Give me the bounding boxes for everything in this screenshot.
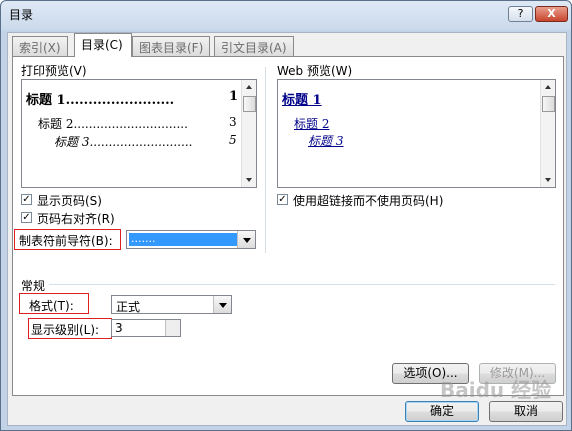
use-hyperlinks-checkbox[interactable]: ✓ bbox=[277, 194, 288, 205]
ok-button[interactable]: 确定 bbox=[405, 401, 479, 422]
tab-leader-value: ....... bbox=[129, 233, 240, 246]
spin-down-icon[interactable] bbox=[165, 328, 180, 336]
options-button[interactable]: 选项(O)... bbox=[392, 363, 469, 384]
web-preview-label: Web 预览(W) bbox=[277, 64, 353, 78]
format-label: 格式(T): bbox=[29, 299, 74, 313]
dialog-client: 索引(X) 目录(C) 图表目录(F) 引文目录(A) 打印预览(V) 标题 1… bbox=[7, 32, 567, 426]
print-preview-entry-2: 标题 2.............................. bbox=[38, 117, 188, 131]
web-preview-scrollbar[interactable] bbox=[540, 80, 555, 187]
close-button[interactable]: X bbox=[535, 6, 568, 22]
levels-spinner[interactable]: 3 bbox=[111, 319, 181, 337]
title-bar: 目录 ? X bbox=[1, 1, 571, 27]
scroll-up-icon[interactable] bbox=[246, 85, 252, 89]
scroll-thumb[interactable] bbox=[243, 96, 256, 112]
scroll-down-icon[interactable] bbox=[545, 178, 551, 182]
show-page-numbers-label: 显示页码(S) bbox=[37, 194, 102, 208]
web-preview-entry-3[interactable]: 标题 3 bbox=[308, 132, 343, 149]
web-preview-entry-1[interactable]: 标题 1 bbox=[282, 89, 322, 108]
print-preview-page-3: 5 bbox=[229, 133, 237, 147]
print-preview-box[interactable]: 标题 1........................ 1 标题 2.....… bbox=[21, 79, 257, 188]
modify-button[interactable]: 修改(M)... bbox=[479, 363, 556, 384]
print-preview-label: 打印预览(V) bbox=[21, 64, 87, 78]
general-divider bbox=[49, 284, 555, 285]
tab-toc[interactable]: 目录(C) bbox=[74, 33, 132, 57]
cancel-button[interactable]: 取消 bbox=[489, 401, 563, 422]
help-button[interactable]: ? bbox=[508, 6, 533, 22]
scroll-thumb[interactable] bbox=[542, 96, 555, 112]
tab-leader-label: 制表符前导符(B): bbox=[19, 234, 113, 248]
use-hyperlinks-label: 使用超链接而不使用页码(H) bbox=[293, 194, 444, 208]
format-select[interactable]: 正式 bbox=[111, 295, 232, 314]
scroll-up-icon[interactable] bbox=[545, 85, 551, 89]
vertical-divider bbox=[265, 67, 266, 253]
print-preview-entry-1: 标题 1........................ bbox=[26, 93, 175, 108]
print-preview-entry-3: 标题 3........................... bbox=[54, 135, 193, 149]
scroll-down-icon[interactable] bbox=[246, 178, 252, 182]
tab-index[interactable]: 索引(X) bbox=[12, 36, 68, 56]
tab-citations[interactable]: 引文目录(A) bbox=[214, 36, 294, 56]
dialog-title: 目录 bbox=[9, 8, 34, 22]
chevron-down-icon[interactable] bbox=[237, 231, 255, 248]
tab-figures[interactable]: 图表目录(F) bbox=[132, 36, 211, 56]
show-page-numbers-checkbox[interactable]: ✓ bbox=[21, 194, 32, 205]
print-preview-scrollbar[interactable] bbox=[241, 80, 256, 187]
print-preview-page-1: 1 bbox=[229, 89, 239, 104]
levels-value: 3 bbox=[115, 321, 123, 335]
chevron-down-icon[interactable] bbox=[213, 296, 231, 313]
format-value: 正式 bbox=[116, 300, 141, 314]
web-preview-entry-2[interactable]: 标题 2 bbox=[294, 115, 329, 132]
web-preview-box[interactable]: 标题 1 标题 2 标题 3 bbox=[277, 79, 556, 188]
tab-leader-select[interactable]: ....... bbox=[126, 230, 256, 249]
general-section-label: 常规 bbox=[21, 279, 46, 293]
levels-label: 显示级别(L): bbox=[31, 323, 100, 337]
right-align-checkbox[interactable]: ✓ bbox=[21, 212, 32, 223]
dialog-window: 目录 ? X 索引(X) 目录(C) 图表目录(F) 引文目录(A) 打印预览(… bbox=[0, 0, 572, 431]
right-align-label: 页码右对齐(R) bbox=[37, 212, 115, 226]
print-preview-page-2: 3 bbox=[229, 115, 237, 129]
tab-panel: 打印预览(V) 标题 1........................ 1 标… bbox=[12, 56, 564, 396]
